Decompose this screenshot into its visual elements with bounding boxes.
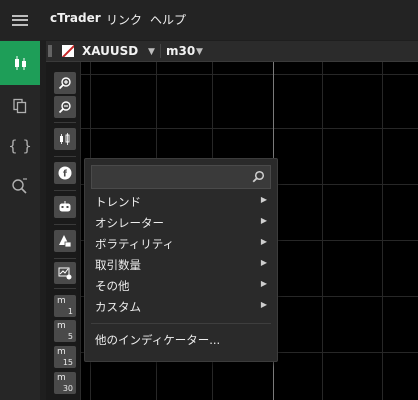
menu-item-label: 取引数量: [95, 258, 141, 272]
tf-m-label: m: [57, 321, 66, 331]
indicator-dropdown: トレンド ▶ オシレーター ▶ ボラティリティ ▶ 取引数量 ▶ その他 ▶ カ…: [84, 158, 278, 362]
code-braces-icon: { }: [8, 137, 32, 155]
timeframe-value: m30: [166, 44, 196, 58]
menu-item-label: ボラティリティ: [95, 237, 175, 251]
zoom-out-icon: [58, 101, 71, 114]
shapes-icon: [59, 235, 72, 248]
menu-item-label: オシレーター: [95, 216, 164, 230]
timeframe-chevron-down-icon[interactable]: ▼: [196, 47, 203, 57]
timeframe-selector[interactable]: m30: [166, 44, 195, 58]
drag-handle-icon[interactable]: [48, 45, 52, 57]
indicator-f-icon: f: [58, 166, 72, 180]
zoom-in-icon: [58, 77, 71, 90]
hamburger-menu-icon[interactable]: [0, 0, 40, 40]
timeframe-m30-button[interactable]: m 30: [54, 372, 76, 394]
menu-item-other[interactable]: その他 ▶: [95, 278, 267, 296]
nav-automate[interactable]: { }: [0, 124, 40, 168]
svg-text:f: f: [63, 170, 67, 180]
tf-m-label: m: [57, 373, 66, 383]
tf-number-label: 30: [62, 384, 73, 393]
tf-number-label: 5: [67, 332, 73, 341]
links-menu[interactable]: リンク: [106, 11, 142, 28]
toolbar-divider: [54, 258, 76, 259]
toolbar-divider: [54, 190, 76, 191]
menu-item-volume[interactable]: 取引数量 ▶: [95, 257, 267, 275]
menu-item-custom[interactable]: カスタム ▶: [95, 299, 267, 317]
toolbar-divider: [54, 122, 76, 123]
tf-m-label: m: [57, 347, 66, 357]
top-menu-bar: cTrader リンク ヘルプ: [0, 0, 418, 40]
chart-settings-button[interactable]: [54, 262, 76, 284]
zoom-in-button[interactable]: [54, 72, 76, 94]
cbot-button[interactable]: [54, 196, 76, 218]
menu-item-label: トレンド: [95, 195, 141, 209]
indicator-search-input[interactable]: [91, 165, 271, 189]
candlestick-chart-icon: [60, 133, 70, 145]
submenu-arrow-icon: ▶: [260, 258, 267, 267]
symbol-flag-icon: [62, 45, 74, 57]
analyze-search-icon: [12, 178, 27, 194]
tf-number-label: 1: [67, 307, 73, 316]
menu-item-trend[interactable]: トレンド ▶: [95, 194, 267, 212]
search-icon[interactable]: [252, 170, 265, 183]
submenu-arrow-icon: ▶: [260, 216, 267, 225]
copy-icon: [13, 98, 27, 114]
zoom-out-button[interactable]: [54, 96, 76, 118]
robot-icon: [59, 201, 71, 212]
menu-item-oscillator[interactable]: オシレーター ▶: [95, 215, 267, 233]
toolbar-divider: [54, 224, 76, 225]
symbol-name: XAUUSD: [82, 44, 139, 58]
timeframe-m15-button[interactable]: m 15: [54, 346, 76, 368]
left-navigation: { }: [0, 40, 40, 400]
chart-settings-icon: [58, 267, 72, 280]
submenu-arrow-icon: ▶: [260, 195, 267, 204]
app-name-menu[interactable]: cTrader: [50, 11, 101, 25]
tf-m-label: m: [57, 296, 66, 306]
candlestick-icon: [15, 56, 26, 70]
header-divider: [160, 44, 161, 58]
chart-type-button[interactable]: [54, 128, 76, 150]
help-menu[interactable]: ヘルプ: [150, 11, 186, 28]
submenu-arrow-icon: ▶: [260, 279, 267, 288]
menu-item-label: 他のインディケーター...: [95, 333, 221, 347]
indicators-button[interactable]: f: [54, 162, 76, 184]
nav-analyze[interactable]: [0, 164, 40, 208]
menu-item-more-indicators[interactable]: 他のインディケーター...: [95, 332, 267, 350]
menu-item-label: カスタム: [95, 300, 141, 314]
menu-item-volatility[interactable]: ボラティリティ ▶: [95, 236, 267, 254]
menu-divider: [91, 323, 271, 324]
toolbar-divider: [54, 156, 76, 157]
submenu-arrow-icon: ▶: [260, 300, 267, 309]
nav-copy[interactable]: [0, 84, 40, 128]
submenu-arrow-icon: ▶: [260, 237, 267, 246]
toolbar-divider: [54, 288, 76, 289]
symbol-selector[interactable]: XAUUSD: [82, 44, 138, 58]
timeframe-m5-button[interactable]: m 5: [54, 320, 76, 342]
tf-number-label: 15: [62, 358, 73, 367]
timeframe-m1-button[interactable]: m 1: [54, 295, 76, 317]
drawing-tools-button[interactable]: [54, 230, 76, 252]
symbol-chevron-down-icon[interactable]: ▼: [148, 47, 155, 57]
menu-item-label: その他: [95, 279, 130, 293]
chart-header: XAUUSD ▼ m30 ▼: [46, 41, 418, 62]
nav-trade[interactable]: [0, 41, 40, 85]
